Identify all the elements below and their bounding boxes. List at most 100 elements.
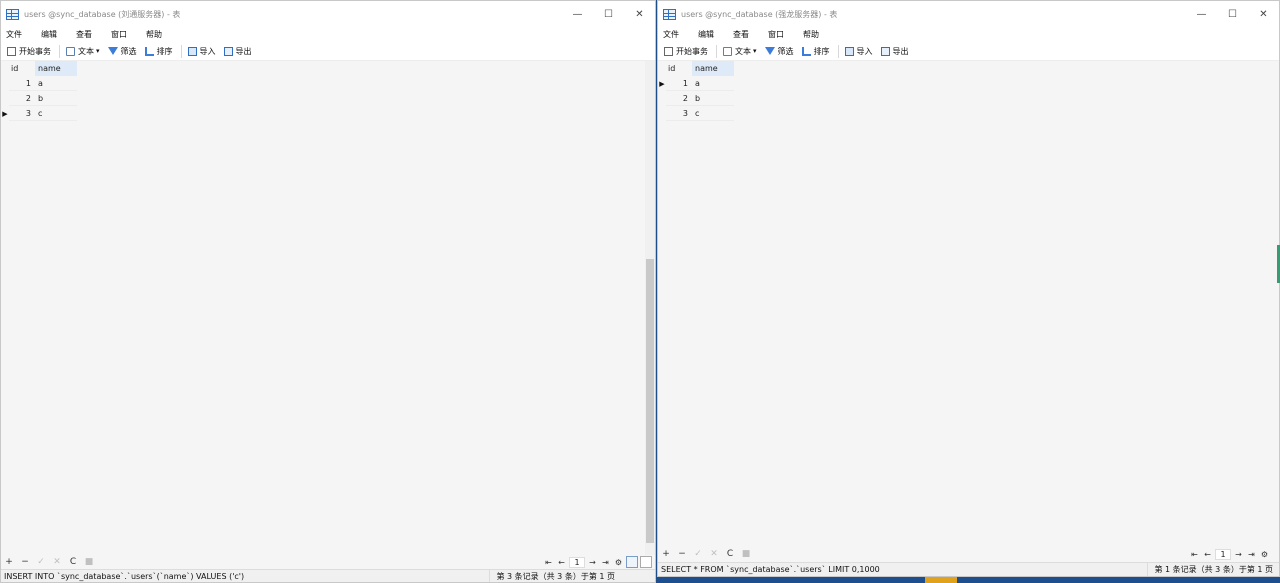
filter-button[interactable]: 筛选 — [763, 44, 796, 59]
row-indicator — [1, 76, 9, 91]
menu-help[interactable]: 帮助 — [143, 29, 176, 40]
cell-name[interactable]: b — [692, 91, 734, 106]
import-button[interactable]: 导入 — [843, 44, 875, 59]
grid-action-bar: + − ✓ ✕ C ■ ⇤ ← 1 → ⇥ ⚙ — [1, 555, 655, 569]
minimize-button[interactable]: — — [1186, 1, 1217, 27]
toolbar-divider — [59, 44, 60, 58]
last-page-button[interactable]: ⇥ — [599, 558, 612, 567]
header-row: id name — [1, 61, 77, 76]
menu-view[interactable]: 查看 — [730, 29, 763, 40]
delete-record-button[interactable]: − — [674, 549, 690, 559]
refresh-button[interactable]: C — [65, 557, 81, 567]
add-record-button[interactable]: + — [658, 549, 674, 559]
table-row[interactable]: 2 b — [658, 91, 734, 106]
prev-page-button[interactable]: ← — [555, 558, 568, 567]
menu-view[interactable]: 查看 — [73, 29, 106, 40]
close-button[interactable]: ✕ — [1248, 1, 1279, 27]
text-button[interactable]: 文本 ▾ — [721, 44, 759, 59]
column-header-name[interactable]: name — [35, 61, 77, 76]
table-row[interactable]: 3 c — [658, 106, 734, 121]
window-title: users @sync_database (强龙服务器) - 表 — [681, 9, 838, 19]
menu-edit[interactable]: 编辑 — [38, 29, 71, 40]
column-header-id[interactable]: id — [9, 64, 35, 73]
last-page-button[interactable]: ⇥ — [1245, 550, 1258, 559]
menu-help[interactable]: 帮助 — [800, 29, 833, 40]
column-header-id[interactable]: id — [666, 64, 692, 73]
cell-id[interactable]: 1 — [9, 76, 35, 91]
prev-page-button[interactable]: ← — [1201, 550, 1214, 559]
menu-bar: 文件 编辑 查看 窗口 帮助 — [1, 27, 655, 42]
first-page-button[interactable]: ⇤ — [1188, 550, 1201, 559]
cell-name[interactable]: c — [35, 106, 77, 121]
discard-changes-button[interactable]: ✕ — [49, 557, 65, 567]
add-record-button[interactable]: + — [1, 557, 17, 567]
filter-button[interactable]: 筛选 — [106, 44, 139, 59]
form-view-button[interactable] — [640, 556, 652, 568]
minimize-button[interactable]: — — [562, 1, 593, 27]
header-row: id name — [658, 61, 734, 76]
next-page-button[interactable]: → — [1232, 550, 1245, 559]
first-page-button[interactable]: ⇤ — [542, 558, 555, 567]
title-bar[interactable]: users @sync_database (强龙服务器) - 表 — ☐ ✕ — [658, 1, 1279, 27]
export-icon — [880, 46, 890, 56]
taskbar-app-icon[interactable] — [925, 577, 957, 583]
scrollbar-thumb[interactable] — [646, 259, 654, 543]
close-button[interactable]: ✕ — [624, 1, 655, 27]
title-bar[interactable]: users @sync_database (刘通服务器) - 表 — ☐ ✕ — [1, 1, 655, 27]
cell-name[interactable]: b — [35, 91, 77, 106]
cell-name[interactable]: c — [692, 106, 734, 121]
table-row[interactable]: ▶ 3 c — [1, 106, 77, 121]
begin-transaction-button[interactable]: 开始事务 — [5, 44, 53, 59]
stop-button[interactable]: ■ — [738, 549, 754, 559]
maximize-button[interactable]: ☐ — [593, 1, 624, 27]
sort-button[interactable]: 排序 — [800, 44, 832, 59]
apply-changes-button[interactable]: ✓ — [33, 557, 49, 567]
settings-icon[interactable]: ⚙ — [612, 558, 625, 567]
status-sql: INSERT INTO `sync_database`.`users`(`nam… — [4, 572, 245, 581]
menu-window[interactable]: 窗口 — [765, 29, 798, 40]
menu-file[interactable]: 文件 — [3, 29, 36, 40]
vertical-scrollbar[interactable] — [645, 61, 655, 555]
cell-id[interactable]: 3 — [666, 106, 692, 121]
table-row[interactable]: 2 b — [1, 91, 77, 106]
current-row-pointer-icon: ▶ — [2, 109, 8, 118]
taskbar — [657, 577, 1280, 583]
page-number[interactable]: 1 — [1215, 548, 1231, 560]
import-button[interactable]: 导入 — [186, 44, 218, 59]
apply-changes-button[interactable]: ✓ — [690, 549, 706, 559]
cell-name[interactable]: a — [35, 76, 77, 91]
stop-button[interactable]: ■ — [81, 557, 97, 567]
text-button[interactable]: 文本 ▾ — [64, 44, 102, 59]
menu-bar: 文件 编辑 查看 窗口 帮助 — [658, 27, 1279, 42]
record-count: 第 1 条记录（共 3 条）于第 1 页 — [1147, 563, 1279, 576]
discard-changes-button[interactable]: ✕ — [706, 549, 722, 559]
delete-record-button[interactable]: − — [17, 557, 33, 567]
menu-file[interactable]: 文件 — [660, 29, 693, 40]
export-button[interactable]: 导出 — [879, 44, 911, 59]
cell-id[interactable]: 2 — [666, 91, 692, 106]
refresh-button[interactable]: C — [722, 549, 738, 559]
page-number[interactable]: 1 — [569, 556, 585, 568]
cell-id[interactable]: 1 — [666, 76, 692, 91]
import-icon — [187, 46, 197, 56]
column-header-name[interactable]: name — [692, 61, 734, 76]
table-row[interactable]: ▶ 1 a — [658, 76, 734, 91]
toolbar-divider — [716, 44, 717, 58]
export-button[interactable]: 导出 — [222, 44, 254, 59]
grid-action-bar: + − ✓ ✕ C ■ ⇤ ← 1 → ⇥ ⚙ — [658, 547, 1279, 561]
maximize-button[interactable]: ☐ — [1217, 1, 1248, 27]
sort-icon — [144, 46, 154, 56]
menu-edit[interactable]: 编辑 — [695, 29, 728, 40]
cell-name[interactable]: a — [692, 76, 734, 91]
pagination: ⇤ ← 1 → ⇥ ⚙ — [1188, 548, 1271, 560]
grid-view-button[interactable] — [626, 556, 638, 568]
cell-id[interactable]: 3 — [9, 106, 35, 121]
menu-window[interactable]: 窗口 — [108, 29, 141, 40]
cell-id[interactable]: 2 — [9, 91, 35, 106]
settings-icon[interactable]: ⚙ — [1258, 550, 1271, 559]
table-row[interactable]: 1 a — [1, 76, 77, 91]
record-count: 第 3 条记录（共 3 条）于第 1 页 — [489, 570, 621, 582]
next-page-button[interactable]: → — [586, 558, 599, 567]
begin-transaction-button[interactable]: 开始事务 — [662, 44, 710, 59]
sort-button[interactable]: 排序 — [143, 44, 175, 59]
